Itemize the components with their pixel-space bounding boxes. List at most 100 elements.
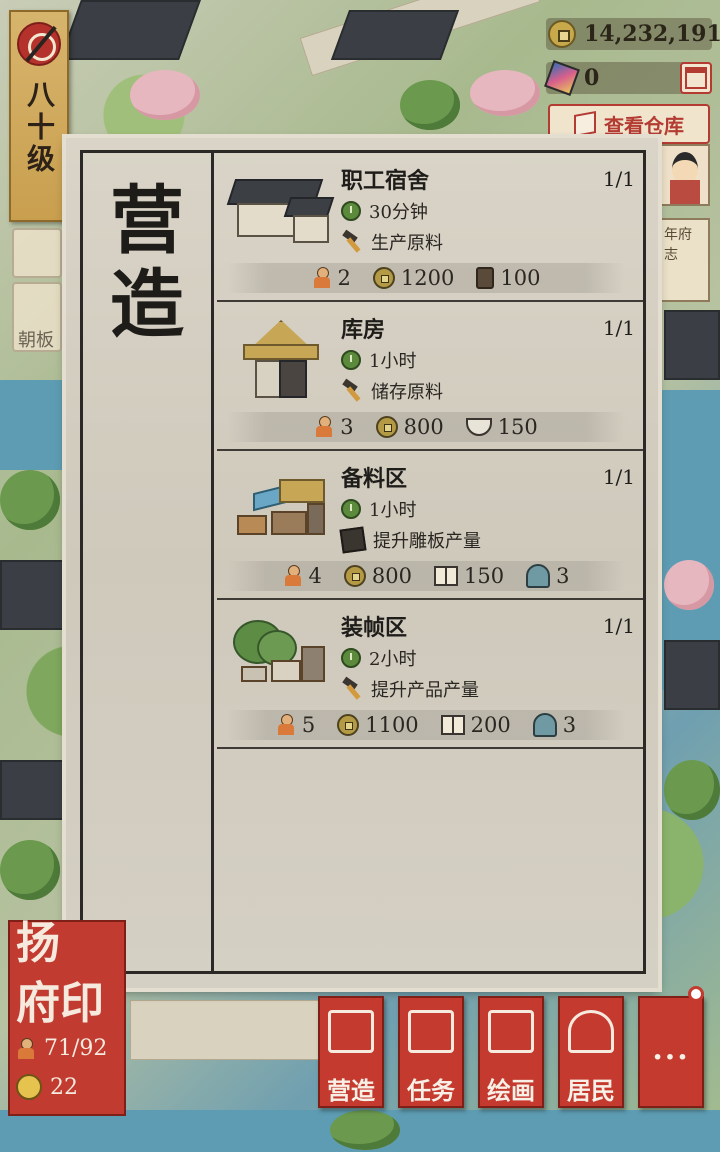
bell-icon bbox=[526, 564, 551, 588]
cost-workers: 5 bbox=[301, 713, 316, 737]
nav-build-button[interactable]: 营造 bbox=[318, 996, 384, 1108]
map-tree bbox=[0, 470, 60, 530]
build-time: 1小时 bbox=[369, 351, 417, 372]
cost-bowls: 150 bbox=[497, 415, 538, 439]
happiness-value: 22 bbox=[50, 1074, 78, 1100]
building-card-dormitory[interactable]: 职工宿舍 1/1 30分钟 生产原料 2 1200 100 bbox=[217, 153, 643, 302]
build-time-row: 2小时 bbox=[341, 645, 416, 671]
view-warehouse-label: 查看仓库 bbox=[604, 113, 684, 138]
population-row: 71/92 bbox=[16, 1036, 107, 1061]
map-building bbox=[0, 560, 66, 630]
binding-area-illustration bbox=[227, 614, 335, 700]
gift-box-button[interactable] bbox=[680, 62, 712, 94]
building-name: 备料区 bbox=[341, 466, 408, 492]
building-effect: 储存原料 bbox=[371, 382, 443, 403]
gems-value: 0 bbox=[584, 65, 600, 91]
cost-bells: 3 bbox=[562, 713, 577, 737]
nav-paint-button[interactable]: 绘画 bbox=[478, 996, 544, 1108]
building-card-materials-area[interactable]: 备料区 1/1 1小时 提升雕板产量 4 800 150 3 bbox=[217, 451, 643, 600]
cost-workers: 4 bbox=[308, 564, 322, 588]
effect-row: 提升产品产量 bbox=[341, 676, 479, 702]
cost-bar: 5 1100 200 3 bbox=[227, 710, 625, 740]
building-effect: 生产原料 bbox=[371, 233, 443, 254]
map-building bbox=[0, 760, 66, 820]
map-building bbox=[664, 310, 720, 380]
nav-paint-label: 绘画 bbox=[487, 1076, 535, 1105]
population-value: 71/92 bbox=[44, 1036, 108, 1061]
panel-title: 营造 bbox=[110, 178, 184, 348]
book-icon bbox=[440, 715, 465, 735]
building-list: 职工宿舍 1/1 30分钟 生产原料 2 1200 100 库房 1/1 1小时… bbox=[217, 153, 643, 749]
brush-emblem-icon bbox=[17, 22, 61, 66]
worker-icon bbox=[312, 267, 332, 289]
map-tree bbox=[400, 80, 460, 130]
worker-icon bbox=[314, 416, 334, 438]
dormitory-illustration bbox=[226, 167, 335, 253]
worker-icon bbox=[283, 565, 303, 587]
chat-button[interactable] bbox=[12, 228, 62, 278]
hammer-icon bbox=[341, 231, 363, 253]
cost-coins: 800 bbox=[403, 415, 444, 439]
level-badge[interactable]: 八十级 bbox=[9, 10, 69, 222]
nav-tasks-button[interactable]: 任务 bbox=[398, 996, 464, 1108]
building-count: 1/1 bbox=[602, 614, 635, 638]
happiness-row: 22 bbox=[16, 1074, 78, 1100]
nav-tasks-label: 任务 bbox=[407, 1076, 455, 1105]
panel-divider bbox=[211, 153, 214, 971]
bowl-icon bbox=[465, 418, 492, 436]
build-panel-frame: 营造 职工宿舍 1/1 30分钟 生产原料 2 1200 100 库房 1/1 … bbox=[80, 150, 646, 974]
nav-build-label: 营造 bbox=[327, 1076, 375, 1105]
warehouse-icon bbox=[574, 111, 596, 137]
task-book-icon bbox=[408, 1010, 454, 1053]
cost-wood: 100 bbox=[500, 266, 541, 290]
chronicle-button[interactable]: 年府志 bbox=[658, 218, 710, 302]
building-card-storehouse[interactable]: 库房 1/1 1小时 储存原料 3 800 150 bbox=[217, 302, 643, 451]
building-count: 1/1 bbox=[602, 167, 635, 191]
map-courtyard bbox=[130, 1000, 320, 1060]
coin-icon bbox=[343, 565, 366, 587]
cost-books: 200 bbox=[470, 713, 511, 737]
building-effect: 提升产品产量 bbox=[371, 680, 479, 701]
wood-icon bbox=[476, 267, 495, 289]
cost-coins: 1200 bbox=[400, 266, 455, 290]
level-text: 八十级 bbox=[23, 80, 56, 176]
building-count: 1/1 bbox=[602, 316, 635, 340]
map-tree bbox=[0, 840, 60, 900]
clock-icon bbox=[341, 499, 361, 519]
worker-icon bbox=[16, 1037, 36, 1060]
map-building bbox=[330, 10, 460, 60]
building-card-binding-area[interactable]: 装帧区 1/1 2小时 提升产品产量 5 1100 200 3 bbox=[217, 600, 643, 749]
build-panel: 营造 职工宿舍 1/1 30分钟 生产原料 2 1200 100 库房 1/1 … bbox=[66, 138, 658, 988]
building-name: 库房 bbox=[341, 317, 386, 343]
map-blossom-tree bbox=[470, 70, 540, 116]
build-time-row: 1小时 bbox=[341, 347, 416, 373]
cost-books: 150 bbox=[464, 564, 505, 588]
cost-workers: 2 bbox=[337, 266, 351, 290]
build-time: 1小时 bbox=[369, 500, 417, 521]
materials-area-illustration bbox=[227, 465, 335, 551]
resident-icon bbox=[568, 1010, 614, 1053]
map-blossom-tree bbox=[664, 560, 714, 610]
seal-text-line2: 府印 bbox=[16, 978, 104, 1029]
cost-bar: 4 800 150 3 bbox=[227, 561, 625, 591]
coins-counter: 14,232,191 bbox=[546, 18, 720, 50]
building-effect: 提升雕板产量 bbox=[373, 531, 481, 552]
effect-row: 提升雕板产量 bbox=[339, 526, 481, 554]
bell-icon bbox=[532, 713, 557, 737]
nav-more-button[interactable]: ··· bbox=[638, 996, 704, 1108]
official-portrait[interactable] bbox=[658, 144, 710, 206]
nav-residents-label: 居民 bbox=[567, 1076, 615, 1105]
worker-icon bbox=[276, 714, 296, 736]
seal-text-line1: 扬 bbox=[16, 918, 60, 969]
map-building bbox=[664, 640, 720, 710]
cost-coins: 800 bbox=[371, 564, 412, 588]
effect-row: 生产原料 bbox=[341, 229, 443, 255]
scroll-icon bbox=[488, 1010, 534, 1053]
map-water bbox=[0, 380, 70, 470]
clock-icon bbox=[341, 350, 361, 370]
clock-icon bbox=[341, 648, 361, 668]
nav-residents-button[interactable]: 居民 bbox=[558, 996, 624, 1108]
chronicle-label: 年府志 bbox=[664, 227, 692, 263]
cost-coins: 1100 bbox=[365, 713, 419, 737]
coin-icon bbox=[372, 267, 395, 289]
